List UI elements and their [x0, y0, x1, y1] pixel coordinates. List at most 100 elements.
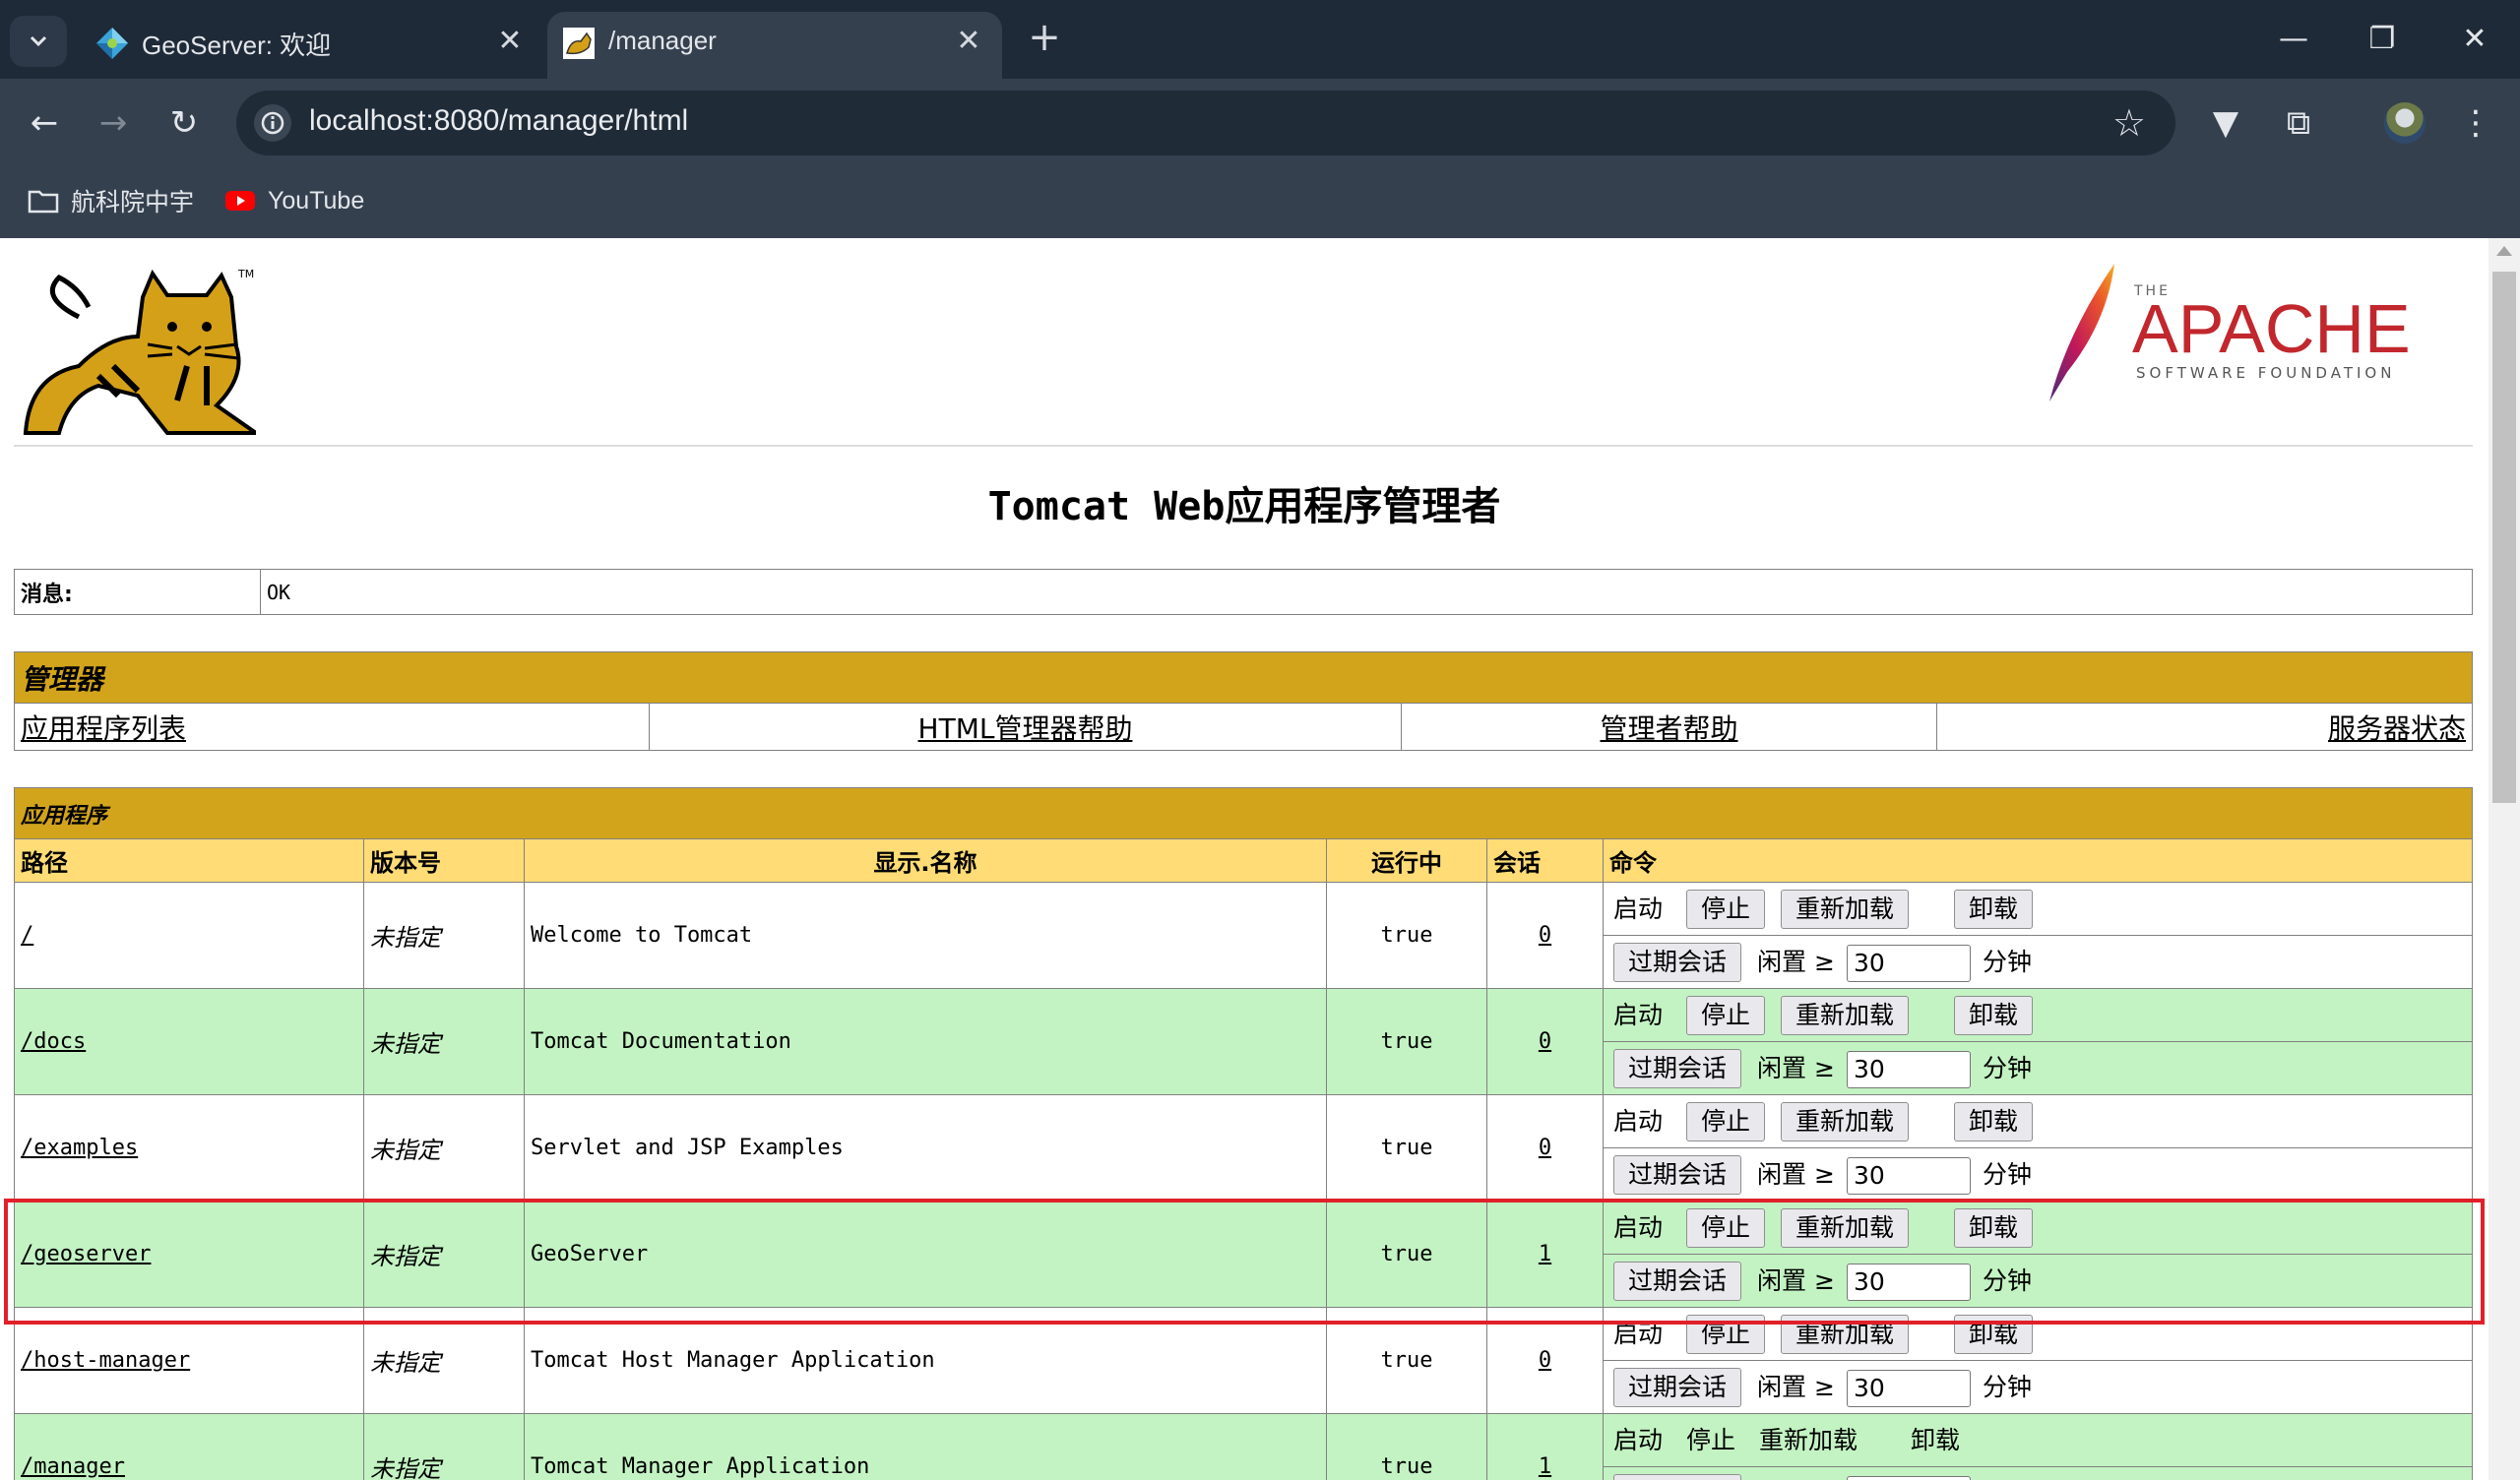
reload-button[interactable]: 重新加载	[1759, 1422, 1858, 1459]
applications-heading: 应用程序	[14, 787, 2473, 839]
app-row: /geoserver 未指定 GeoServer true 1 启动 停止 重新加载 卸载	[14, 1201, 2473, 1308]
expire-sessions-button[interactable]: 过期会话	[1613, 942, 1742, 982]
undeploy-button[interactable]: 卸载	[1954, 995, 2034, 1035]
undeploy-button[interactable]: 卸载	[1954, 889, 2034, 929]
link-server-status[interactable]: 服务器状态	[2328, 712, 2466, 745]
idle-minutes-input[interactable]: 30	[1846, 1156, 1971, 1195]
apache-logo: THE APACHE SOFTWARE FOUNDATION	[2049, 264, 2411, 401]
app-sessions-link[interactable]: 1	[1539, 1242, 1551, 1266]
restore-button[interactable]: ❐	[2353, 16, 2412, 63]
app-running: true	[1326, 1094, 1487, 1202]
app-display-name: Welcome to Tomcat	[524, 882, 1327, 989]
minimize-button[interactable]: —	[2264, 16, 2323, 63]
idle-minutes-input[interactable]: 30	[1846, 1050, 1971, 1088]
app-sessions-link[interactable]: 0	[1539, 923, 1551, 948]
ge-symbol: ≥	[1813, 947, 1835, 976]
tab-geoserver[interactable]: GeoServer: 欢迎 ✕	[81, 12, 543, 79]
forward-button[interactable]: →	[91, 100, 136, 146]
new-tab-button[interactable]: +	[1024, 18, 1065, 59]
apache-name-text: APACHE	[2132, 290, 2411, 367]
reload-button[interactable]: ↻	[161, 100, 207, 146]
scrollbar-thumb[interactable]	[2492, 272, 2516, 803]
reload-button[interactable]: 重新加载	[1781, 1101, 1910, 1141]
start-button[interactable]: 启动	[1613, 1316, 1663, 1353]
start-button[interactable]: 启动	[1613, 1422, 1663, 1459]
app-sessions-link[interactable]: 0	[1539, 1348, 1551, 1373]
site-info-icon[interactable]	[254, 104, 291, 142]
expire-sessions-button[interactable]: 过期会话	[1613, 1048, 1742, 1088]
bookmark-star-icon[interactable]: ☆	[2112, 100, 2146, 146]
app-sessions-link[interactable]: 0	[1539, 1136, 1551, 1160]
close-window-button[interactable]: ✕	[2445, 16, 2504, 63]
idle-label: 闲置	[1757, 1265, 1807, 1295]
extensions-puzzle-icon[interactable]: ⧉	[2276, 100, 2321, 146]
start-button[interactable]: 启动	[1613, 1103, 1663, 1141]
reload-button[interactable]: 重新加载	[1781, 889, 1910, 929]
app-path-link[interactable]: /geoserver	[21, 1242, 151, 1266]
expire-sessions-button[interactable]: 过期会话	[1613, 1473, 1742, 1480]
close-tab-icon[interactable]: ✕	[492, 24, 528, 59]
close-tab-icon[interactable]: ✕	[951, 24, 986, 59]
idle-minutes-input[interactable]: 30	[1846, 1369, 1971, 1407]
app-version: 未指定	[363, 1307, 525, 1414]
app-version: 未指定	[363, 1094, 525, 1202]
app-running: true	[1326, 1413, 1487, 1480]
idle-minutes-input[interactable]: 30	[1846, 944, 1971, 982]
undeploy-button[interactable]: 卸载	[1954, 1207, 2034, 1248]
reload-button[interactable]: 重新加载	[1781, 1207, 1910, 1248]
undeploy-button[interactable]: 卸载	[1954, 1101, 2034, 1141]
bookmark-label: YouTube	[268, 186, 365, 215]
stop-button[interactable]: 停止	[1686, 1314, 1766, 1354]
app-path-link[interactable]: /manager	[21, 1454, 125, 1479]
undeploy-button[interactable]: 卸载	[1911, 1422, 1960, 1459]
idle-label: 闲置	[1757, 947, 1807, 976]
expire-sessions-button[interactable]: 过期会话	[1613, 1154, 1742, 1195]
profile-avatar[interactable]	[2384, 102, 2426, 144]
tab-manager[interactable]: /manager ✕	[547, 12, 1002, 79]
app-running: true	[1326, 988, 1487, 1095]
stop-button[interactable]: 停止	[1686, 889, 1766, 929]
app-row: /host-manager 未指定 Tomcat Host Manager Appl…	[14, 1307, 2473, 1414]
link-html-manager-help[interactable]: HTML管理器帮助	[918, 712, 1133, 745]
message-label: 消息:	[14, 569, 261, 615]
app-path-link[interactable]: /examples	[21, 1136, 138, 1160]
back-button[interactable]: ←	[22, 100, 67, 146]
app-path-link[interactable]: /host-manager	[21, 1348, 190, 1373]
address-bar[interactable]: localhost:8080/manager/html ☆	[236, 91, 2175, 155]
tab-title: GeoServer: 欢迎	[142, 31, 332, 60]
start-button[interactable]: 启动	[1613, 997, 1663, 1034]
idle-label: 闲置	[1757, 1159, 1807, 1189]
link-manager-help[interactable]: 管理者帮助	[1600, 712, 1737, 745]
stop-button[interactable]: 停止	[1686, 1101, 1766, 1141]
app-sessions-link[interactable]: 1	[1539, 1454, 1551, 1479]
bookmark-youtube[interactable]: YouTube	[224, 179, 364, 222]
page-scrollbar[interactable]	[2488, 238, 2520, 1480]
stop-button[interactable]: 停止	[1686, 1207, 1766, 1248]
idle-minutes-input[interactable]: 30	[1846, 1263, 1971, 1301]
apache-sub-text: SOFTWARE FOUNDATION	[2136, 364, 2395, 382]
menu-kebab-icon[interactable]: ⋮	[2453, 100, 2498, 146]
idle-minutes-input[interactable]: 30	[1846, 1475, 1971, 1480]
link-app-list[interactable]: 应用程序列表	[21, 712, 186, 745]
app-path-link[interactable]: /docs	[21, 1029, 86, 1054]
reload-button[interactable]: 重新加载	[1781, 995, 1910, 1035]
app-sessions-link[interactable]: 0	[1539, 1029, 1551, 1054]
extension-v-icon[interactable]: ▼	[2203, 100, 2248, 146]
start-button[interactable]: 启动	[1613, 1209, 1663, 1247]
expire-sessions-button[interactable]: 过期会话	[1613, 1261, 1742, 1301]
tomcat-favicon-icon	[563, 28, 595, 59]
scroll-up-icon[interactable]	[2496, 246, 2512, 256]
tab-search-button[interactable]	[10, 16, 67, 67]
expire-sessions-button[interactable]: 过期会话	[1613, 1367, 1742, 1407]
ge-symbol: ≥	[1813, 1053, 1835, 1082]
app-row: /examples 未指定 Servlet and JSP Examples true…	[14, 1094, 2473, 1202]
stop-button[interactable]: 停止	[1686, 1422, 1735, 1459]
bookmark-folder[interactable]: 航科院中宇	[28, 179, 194, 222]
app-version: 未指定	[363, 882, 525, 989]
reload-button[interactable]: 重新加载	[1781, 1314, 1910, 1354]
undeploy-button[interactable]: 卸载	[1954, 1314, 2034, 1354]
url-text[interactable]: localhost:8080/manager/html	[309, 104, 688, 138]
stop-button[interactable]: 停止	[1686, 995, 1766, 1035]
app-path-link[interactable]: /	[21, 923, 33, 948]
start-button[interactable]: 启动	[1613, 891, 1663, 928]
